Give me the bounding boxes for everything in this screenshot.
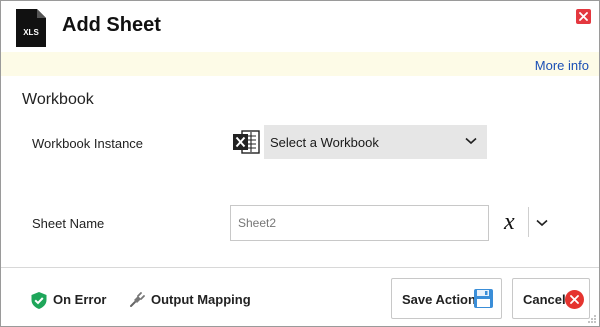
xls-file-icon-text: XLS bbox=[23, 28, 39, 37]
section-title: Workbook bbox=[22, 91, 94, 108]
output-mapping-link[interactable]: Output Mapping bbox=[129, 291, 251, 311]
footer-divider bbox=[1, 267, 599, 268]
save-action-label: Save Action bbox=[402, 292, 476, 307]
cancel-button[interactable]: Cancel bbox=[512, 278, 590, 319]
x-circle-icon bbox=[565, 290, 584, 309]
variable-picker-button[interactable]: x bbox=[504, 207, 524, 237]
output-mapping-label: Output Mapping bbox=[151, 292, 251, 307]
dialog-title: Add Sheet bbox=[62, 14, 161, 36]
cancel-label: Cancel bbox=[523, 292, 566, 307]
workbook-select[interactable]: Select a Workbook bbox=[264, 125, 487, 159]
plug-icon bbox=[130, 292, 145, 307]
chevron-down-icon bbox=[465, 137, 477, 145]
xls-file-icon: XLS bbox=[16, 9, 46, 47]
on-error-label: On Error bbox=[53, 292, 107, 307]
workbook-instance-label: Workbook Instance bbox=[32, 136, 144, 151]
workbook-select-value: Select a Workbook bbox=[270, 135, 379, 150]
on-error-link[interactable]: On Error bbox=[30, 291, 106, 313]
dialog-header: XLS Add Sheet bbox=[1, 1, 599, 52]
excel-icon bbox=[232, 128, 260, 156]
close-icon bbox=[579, 12, 588, 21]
sheet-name-input[interactable] bbox=[230, 205, 489, 241]
shield-check-icon bbox=[31, 292, 47, 309]
add-sheet-dialog: XLS Add Sheet More info Workbook Workboo… bbox=[0, 0, 600, 327]
close-button[interactable] bbox=[576, 9, 591, 24]
chevron-down-icon bbox=[536, 219, 548, 227]
sheet-name-label: Sheet Name bbox=[32, 216, 105, 231]
vertical-divider bbox=[528, 207, 529, 237]
variable-dropdown-button[interactable] bbox=[535, 216, 549, 228]
resize-grip-icon[interactable] bbox=[587, 314, 597, 324]
save-action-button[interactable]: Save Action bbox=[391, 278, 502, 319]
more-info-link[interactable]: More info bbox=[535, 58, 589, 73]
floppy-disk-icon bbox=[474, 289, 493, 308]
info-strip: More info bbox=[1, 52, 599, 76]
